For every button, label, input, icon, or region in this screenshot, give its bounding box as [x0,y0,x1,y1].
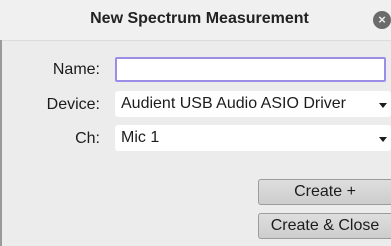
close-icon[interactable]: × [373,11,391,29]
channel-label: Ch: [75,130,100,147]
title-bar: New Spectrum Measurement × [0,0,391,41]
chevron-down-icon [379,137,387,142]
chevron-down-icon [379,103,387,108]
device-select-value: Audient USB Audio ASIO Driver [121,95,346,112]
dialog-title: New Spectrum Measurement [90,10,309,27]
new-spectrum-measurement-dialog: New Spectrum Measurement × Name: Device:… [0,0,391,246]
channel-select[interactable]: Mic 1 [115,125,391,151]
channel-select-value: Mic 1 [121,129,160,146]
name-input[interactable] [115,57,386,82]
device-select[interactable]: Audient USB Audio ASIO Driver [115,91,391,117]
name-label: Name: [52,61,100,78]
create-button[interactable]: Create + [258,179,391,205]
create-and-close-button[interactable]: Create & Close [258,213,391,239]
device-label: Device: [46,96,100,113]
